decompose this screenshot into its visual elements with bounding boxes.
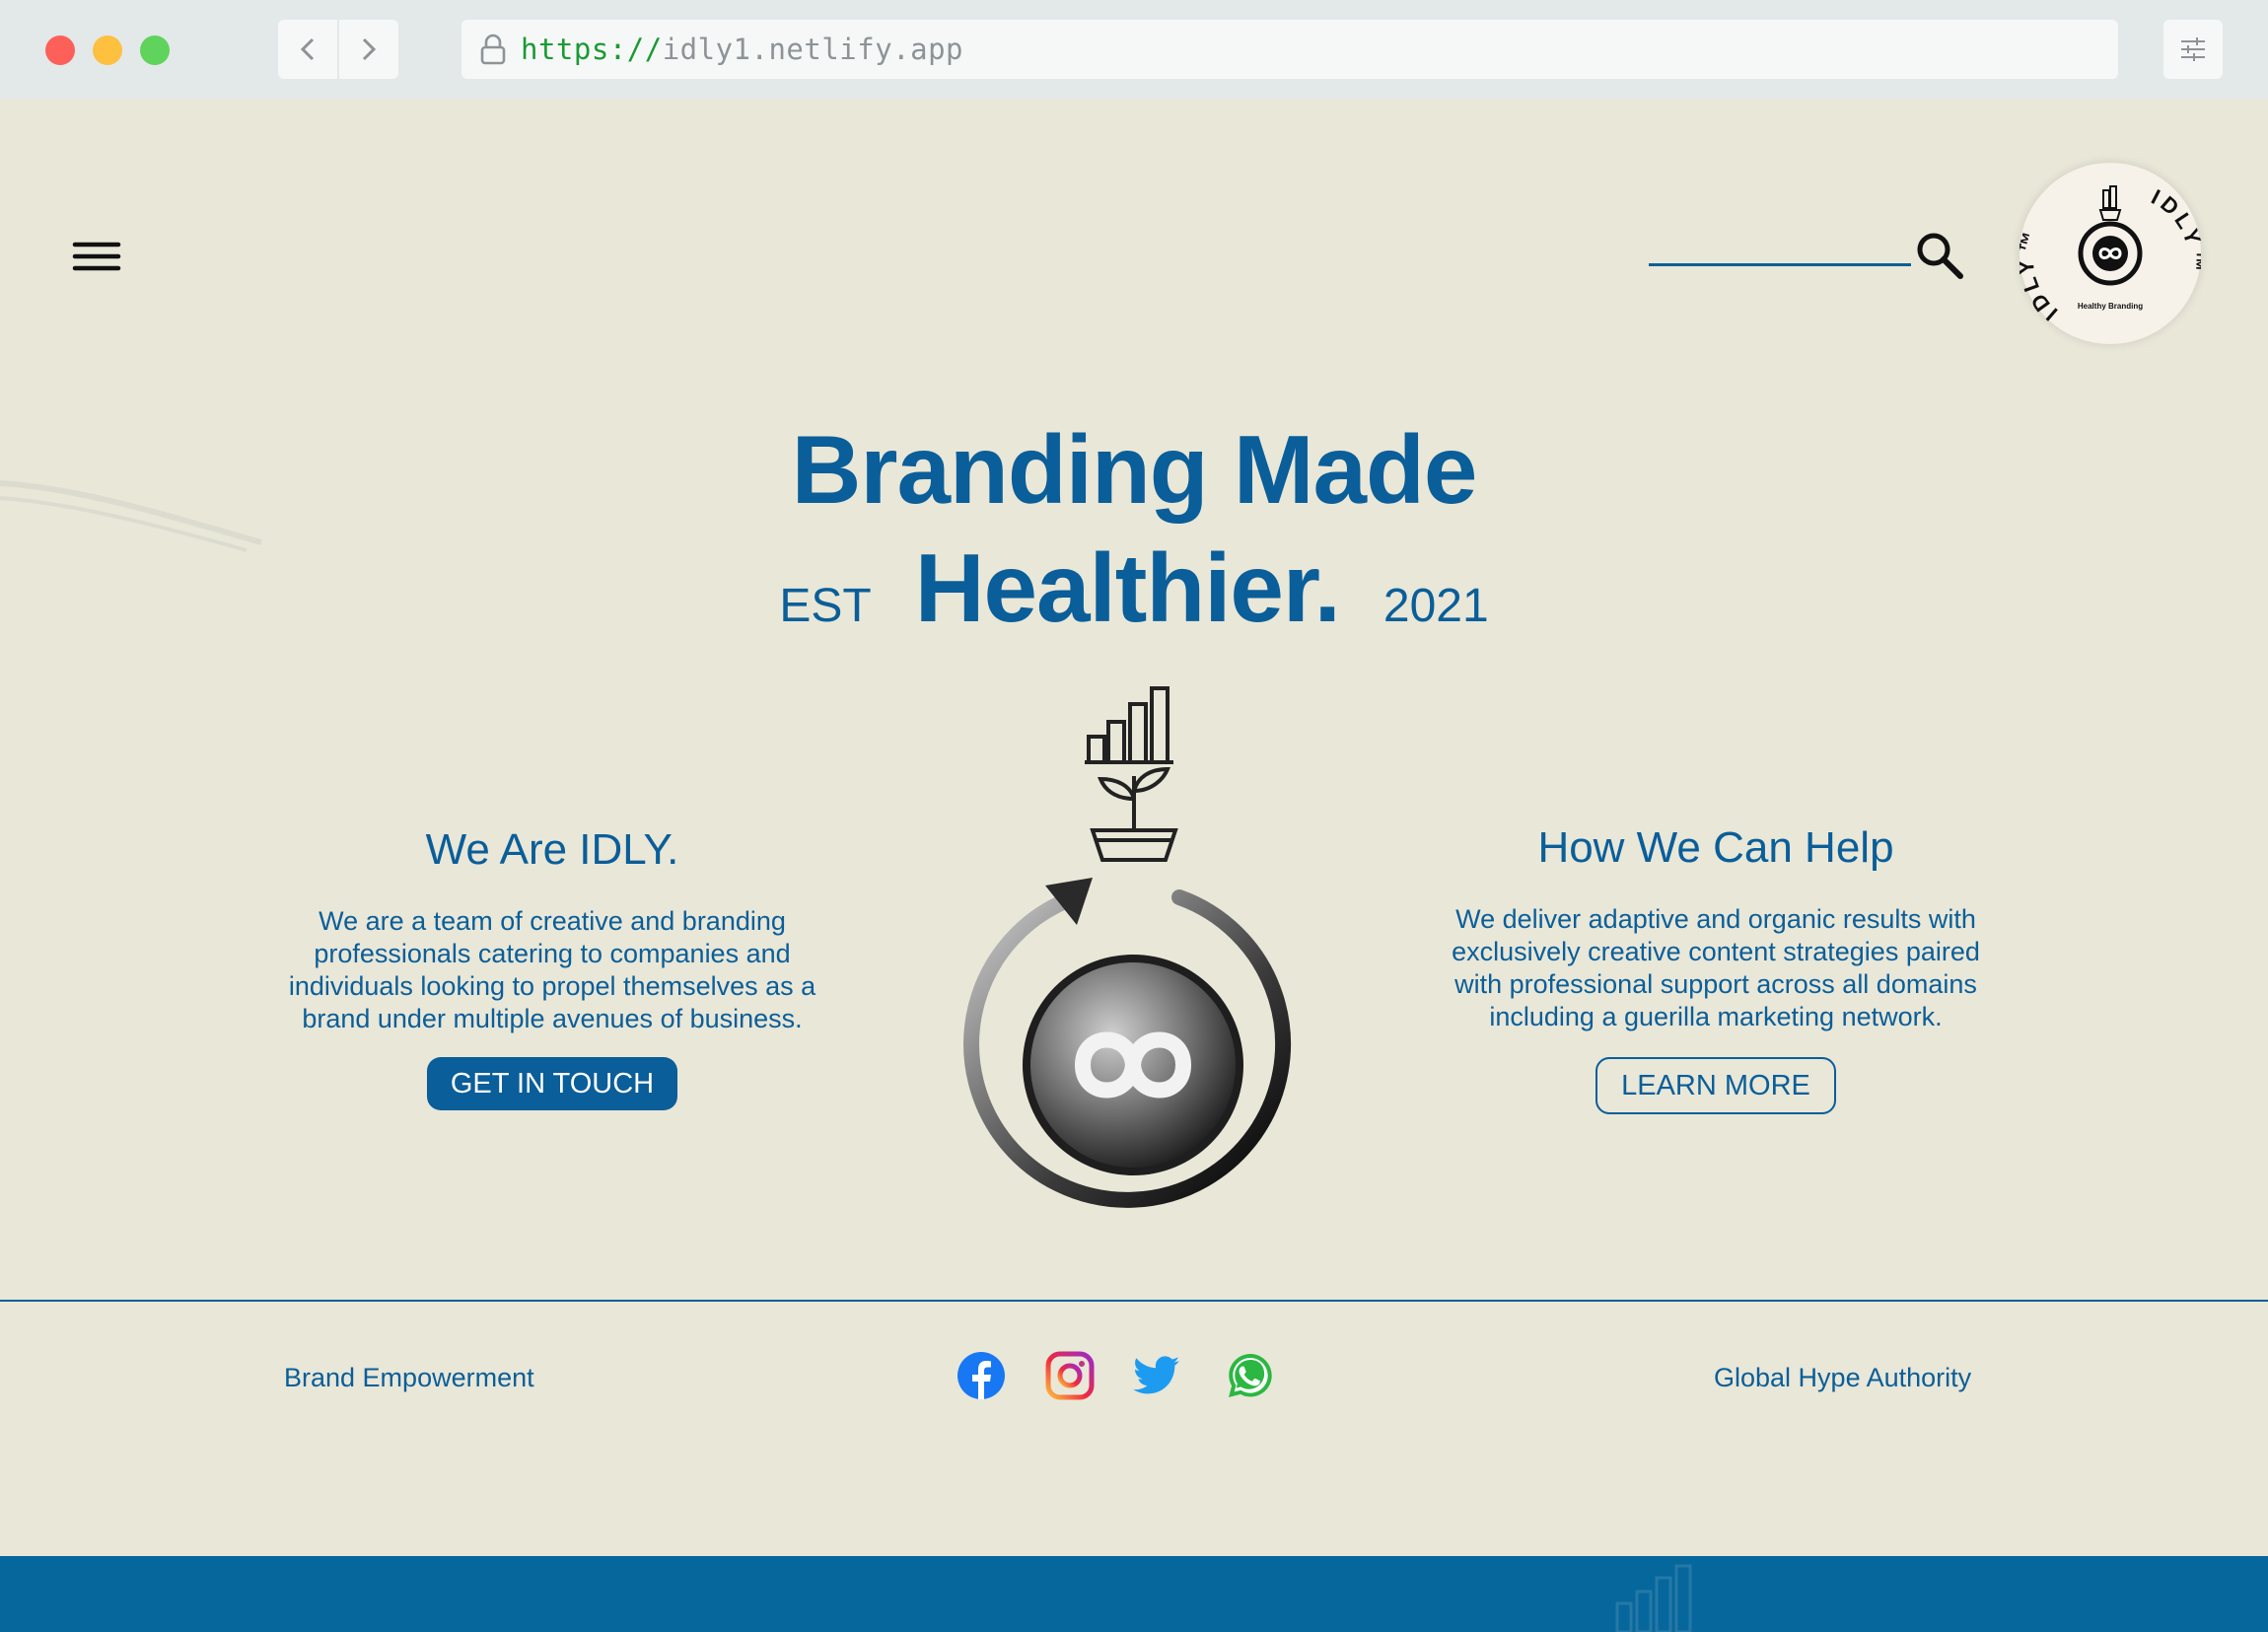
forward-button[interactable] (339, 20, 398, 79)
hero-subtitle: EST Healthier. 2021 (0, 532, 2268, 644)
hero-title: Branding Made (791, 415, 1478, 524)
infinity-emblem-icon (963, 878, 1292, 1208)
logo-tagline: Healthy Branding (2078, 302, 2143, 311)
help-heading: How We Can Help (1537, 823, 1894, 872)
faint-bar-chart-icon (1615, 1564, 1692, 1632)
facebook-icon[interactable] (957, 1351, 1006, 1400)
help-section: How We Can Help We deliver adaptive and … (1420, 820, 2012, 1114)
search-input[interactable] (1649, 207, 1911, 266)
about-section: We Are IDLY. We are a team of creative a… (256, 822, 848, 1110)
browser-toolbar: https://idly1.netlify.app (0, 0, 2268, 99)
about-heading: We Are IDLY. (425, 825, 679, 874)
footer-divider (0, 1300, 2268, 1302)
back-icon (300, 37, 315, 61)
settings-button[interactable] (2163, 20, 2223, 79)
about-body: We are a team of creative and branding p… (288, 906, 816, 1033)
get-in-touch-button[interactable]: GET IN TOUCH (426, 1057, 678, 1110)
search-icon[interactable] (1913, 229, 1966, 282)
svg-text:IDLY™: IDLY™ (2020, 225, 2062, 325)
hero-title-healthier: Healthier. (914, 533, 1341, 642)
url-host: idly1.netlify.app (662, 33, 963, 66)
bottom-banner (0, 1556, 2268, 1632)
whatsapp-icon[interactable] (1226, 1351, 1275, 1400)
url-text: https://idly1.netlify.app (521, 33, 963, 66)
footer-brand-empowerment: Brand Empowerment (284, 1363, 534, 1392)
twitter-icon[interactable] (1132, 1351, 1181, 1400)
lock-icon (480, 34, 506, 65)
hero-est-label: EST (779, 580, 872, 632)
back-button[interactable] (278, 20, 337, 79)
brand-logo[interactable]: IDLY™ IDLY™ Healthy Branding (2014, 163, 2205, 344)
hero-year: 2021 (1382, 580, 1489, 632)
learn-more-button[interactable]: LEARN MORE (1595, 1057, 1836, 1114)
sliders-icon (2181, 37, 2205, 61)
forward-icon (362, 37, 377, 61)
plant-growth-icon (1085, 686, 1178, 862)
address-bar[interactable]: https://idly1.netlify.app (461, 20, 2118, 79)
close-window-button[interactable] (45, 35, 75, 65)
hamburger-menu-icon[interactable] (71, 237, 122, 276)
url-scheme: https:// (521, 33, 663, 66)
maximize-window-button[interactable] (140, 35, 170, 65)
instagram-icon[interactable] (1045, 1351, 1095, 1400)
footer-global-hype-authority: Global Hype Authority (1714, 1363, 1972, 1392)
minimize-window-button[interactable] (93, 35, 122, 65)
help-body: We deliver adaptive and organic results … (1452, 904, 1980, 1031)
svg-text:IDLY™: IDLY™ (2148, 184, 2201, 276)
logo-emblem-icon: IDLY™ IDLY™ Healthy Branding (2014, 184, 2205, 325)
